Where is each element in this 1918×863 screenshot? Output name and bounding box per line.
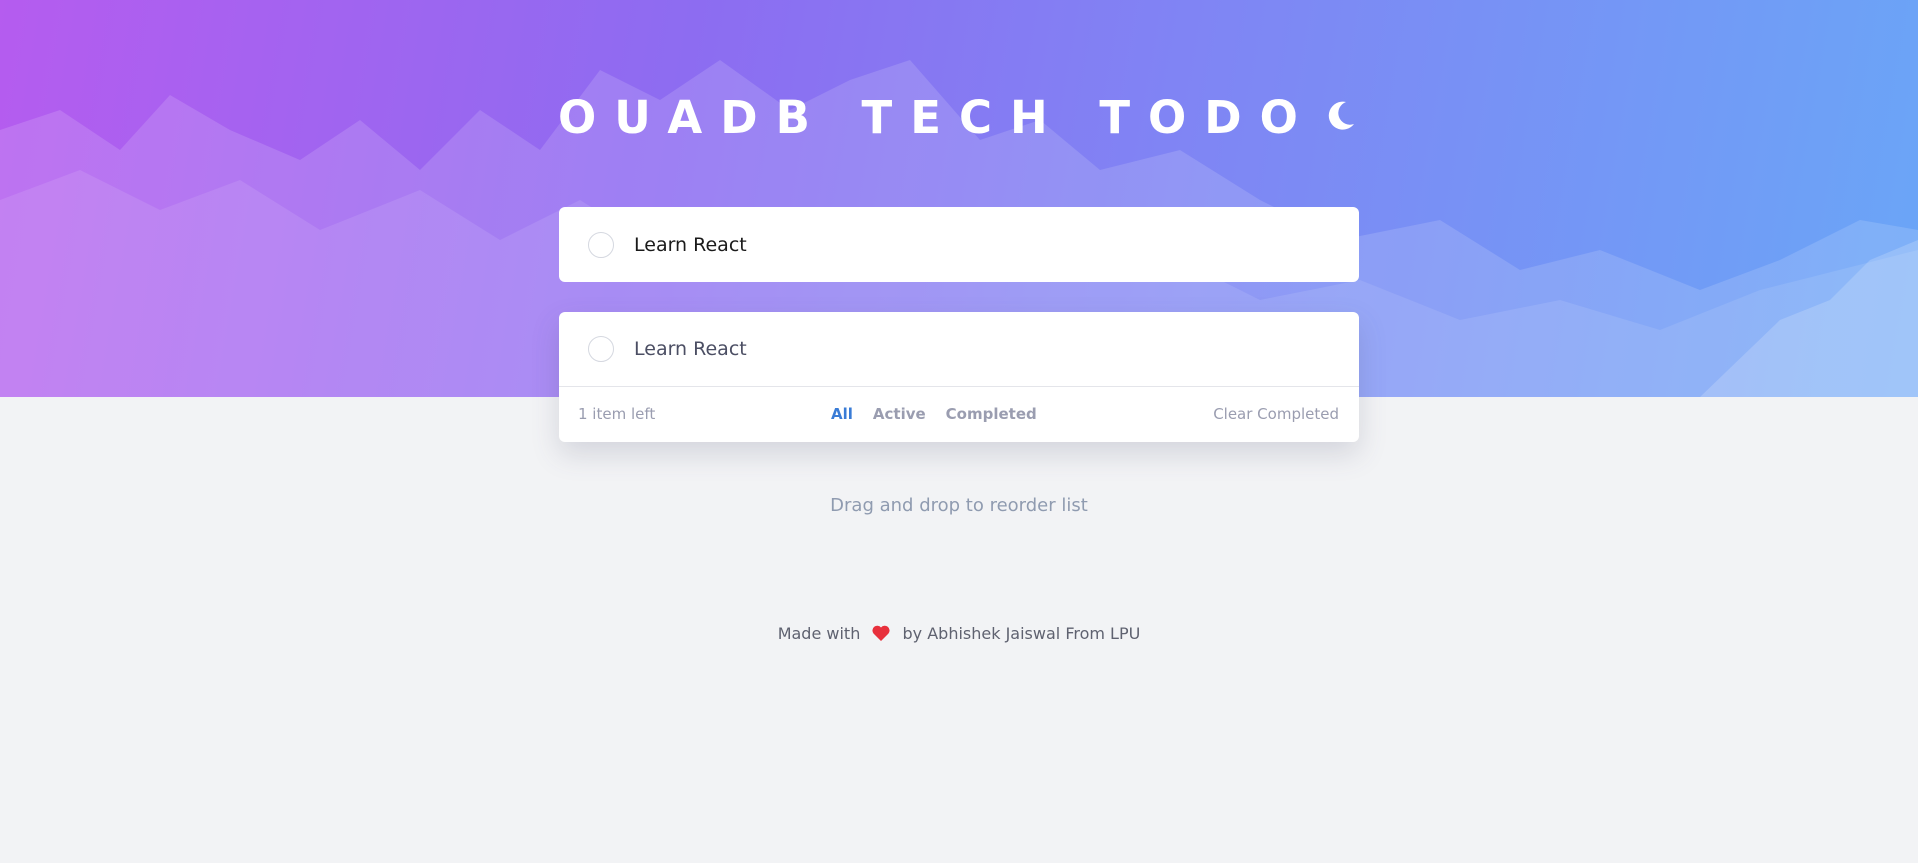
todo-item[interactable]: Learn React bbox=[559, 312, 1359, 387]
moon-icon bbox=[1328, 101, 1354, 130]
todo-list: Learn React 1 item left All Active Compl… bbox=[559, 312, 1359, 442]
items-left-count: 1 item left bbox=[578, 405, 656, 423]
credit-author: by Abhishek Jaiswal From LPU bbox=[902, 624, 1141, 643]
heart-icon bbox=[872, 625, 890, 641]
list-footer: 1 item left All Active Completed Clear C… bbox=[559, 387, 1359, 441]
filter-all[interactable]: All bbox=[831, 405, 853, 423]
app-title: OUADB TECH TODO bbox=[558, 91, 1316, 144]
clear-completed-button[interactable]: Clear Completed bbox=[1213, 405, 1339, 423]
reorder-hint: Drag and drop to reorder list bbox=[830, 495, 1088, 516]
theme-toggle-button[interactable] bbox=[1320, 96, 1360, 136]
credit-prefix: Made with bbox=[777, 624, 861, 643]
filter-completed[interactable]: Completed bbox=[946, 405, 1037, 423]
todo-text: Learn React bbox=[634, 338, 747, 360]
todo-checkbox[interactable] bbox=[588, 336, 614, 362]
circle-checkbox-icon[interactable] bbox=[588, 231, 614, 258]
new-todo-input[interactable] bbox=[634, 224, 1314, 265]
filter-active[interactable]: Active bbox=[873, 405, 926, 423]
footer-credit: Made with by Abhishek Jaiswal From LPU bbox=[0, 624, 1918, 643]
filter-group: All Active Completed bbox=[831, 405, 1037, 423]
new-todo-form bbox=[559, 207, 1359, 282]
